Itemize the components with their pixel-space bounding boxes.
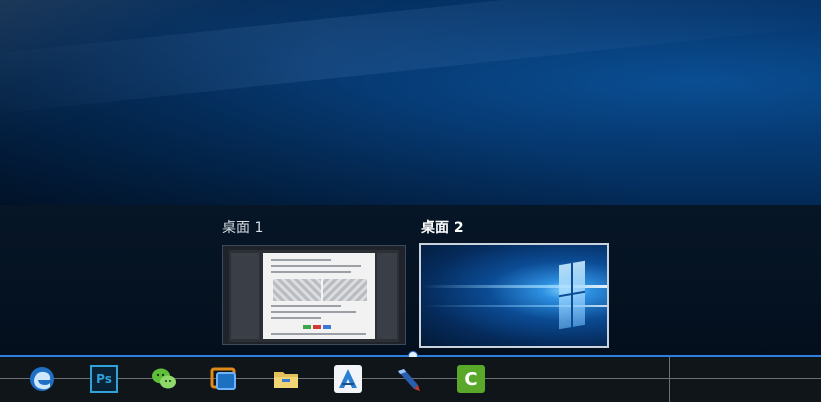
desktop-1-label: 桌面 1 (222, 220, 264, 236)
preview-text-line (271, 265, 361, 267)
preview-button (313, 325, 321, 329)
desktop-wallpaper (0, 0, 821, 205)
edge-icon[interactable] (28, 365, 56, 393)
preview-text-line (271, 271, 351, 273)
desktop-1-preview (229, 250, 399, 342)
screen-capture-icon[interactable] (210, 365, 238, 393)
camtasia-icon[interactable]: C (457, 365, 485, 393)
wechat-icon[interactable] (150, 365, 178, 393)
camtasia-glyph: C (464, 368, 478, 390)
preview-text-line (271, 305, 341, 307)
taskbar: Ps C (0, 357, 821, 402)
photoshop-glyph: Ps (96, 372, 112, 386)
preview-image (273, 279, 321, 301)
file-explorer-icon[interactable] (272, 365, 300, 393)
preview-text-line (271, 259, 331, 261)
photoshop-icon[interactable]: Ps (90, 365, 118, 393)
pen-tool-icon[interactable] (394, 365, 422, 393)
task-view-panel (0, 205, 821, 355)
desktop-1-thumbnail[interactable] (222, 245, 406, 345)
preview-button (323, 325, 331, 329)
taskbar-separator (669, 357, 670, 402)
preview-button (303, 325, 311, 329)
windows-logo-icon (559, 260, 585, 330)
wallpaper-light-streak (0, 0, 821, 117)
desktop-2-thumbnail[interactable] (419, 243, 609, 348)
preview-sidebar-right (377, 253, 397, 339)
preview-text-line (271, 311, 356, 313)
preview-text-line (271, 333, 366, 335)
preview-text-line (271, 317, 321, 319)
preview-sidebar (231, 253, 259, 339)
desktop-2-label: 桌面 2 (421, 220, 464, 236)
app-a-icon[interactable] (334, 365, 362, 393)
preview-document (263, 253, 375, 339)
preview-image (323, 279, 367, 301)
